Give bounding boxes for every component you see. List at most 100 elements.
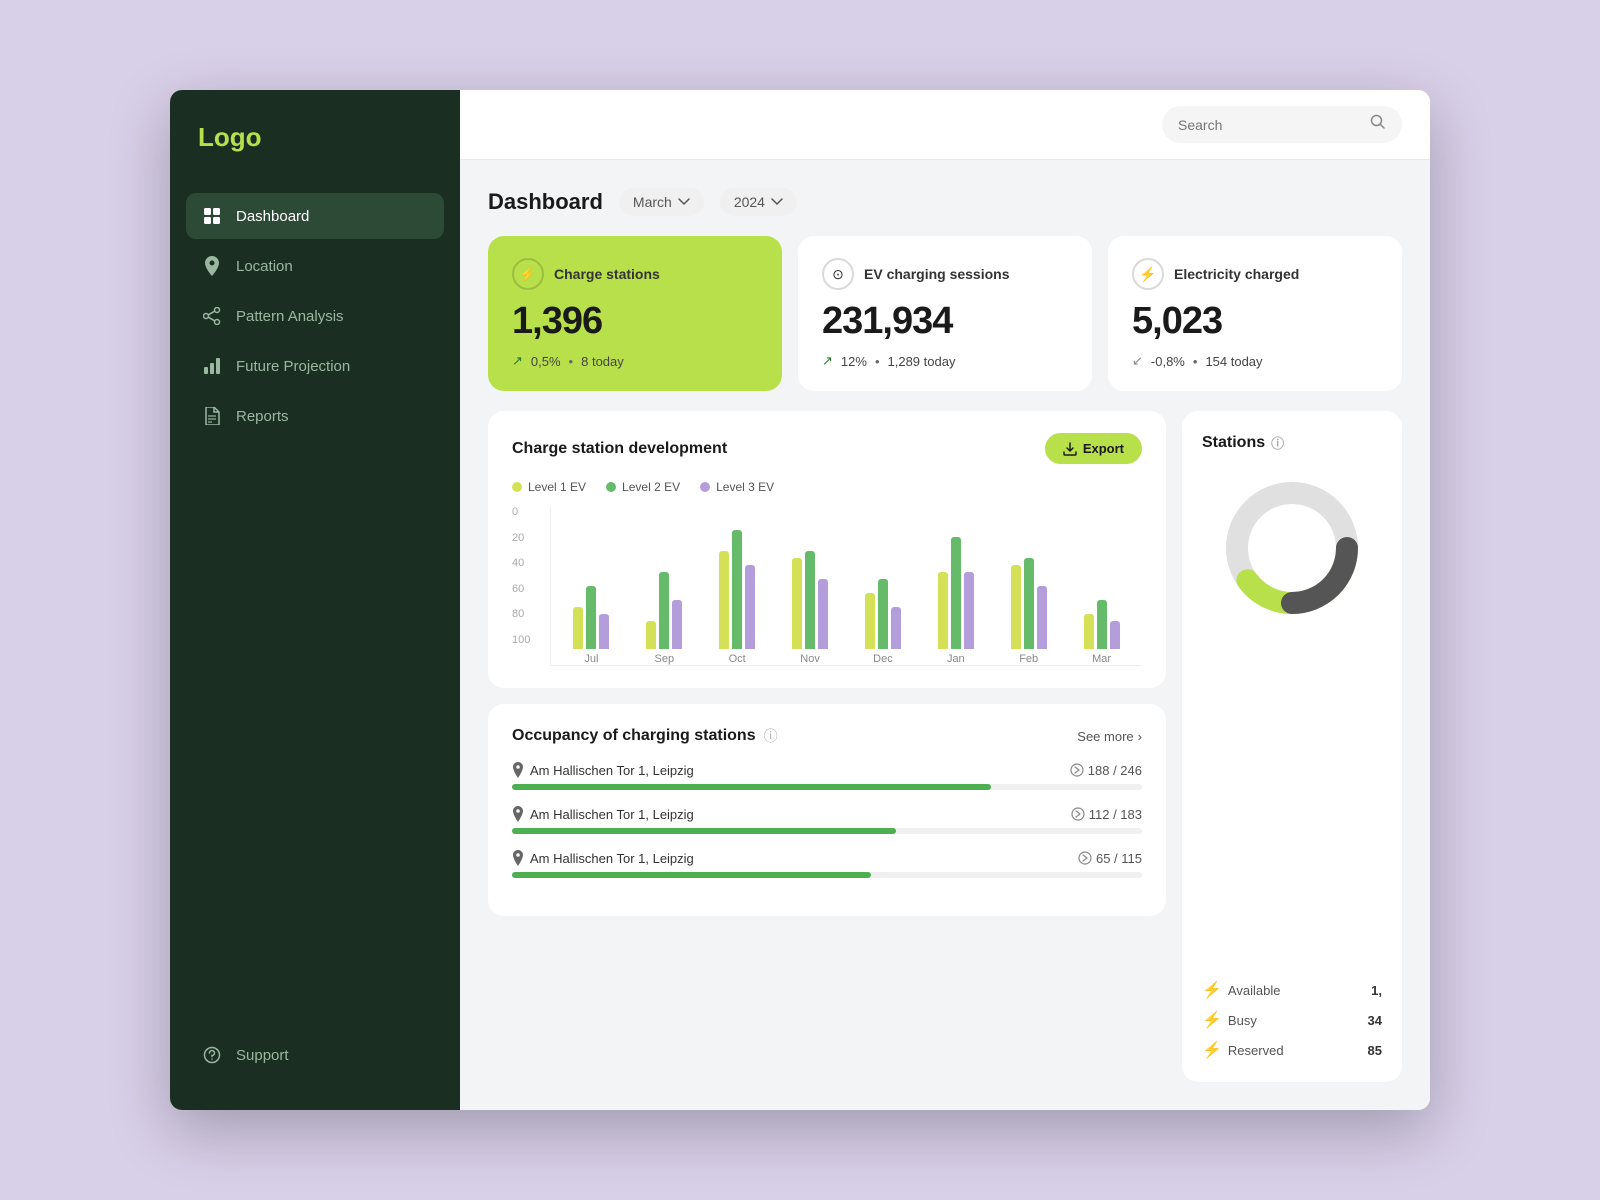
sidebar-bottom: Support <box>186 1012 444 1078</box>
sidebar-item-support-label: Support <box>236 1047 289 1064</box>
today-count-2: 1,289 today <box>888 354 956 369</box>
bar <box>1110 621 1120 649</box>
bars-sep <box>646 509 682 649</box>
export-button[interactable]: Export <box>1045 433 1142 464</box>
year-filter[interactable]: 2024 <box>720 188 797 216</box>
bar <box>719 551 729 649</box>
occ-count: 188 / 246 <box>1070 763 1142 778</box>
bar <box>1084 614 1094 649</box>
month-group-mar: Mar <box>1069 509 1134 665</box>
support-icon <box>202 1045 222 1065</box>
month-group-nov: Nov <box>778 509 843 665</box>
month-label: Jul <box>584 653 598 665</box>
sidebar-item-future-projection[interactable]: Future Projection <box>186 343 444 389</box>
y-axis: 100 80 60 40 20 0 <box>512 506 530 646</box>
month-group-oct: Oct <box>705 509 770 665</box>
bar <box>805 551 815 649</box>
bar <box>1024 558 1034 649</box>
electricity-icon: ⚡ <box>1132 258 1164 290</box>
bars-jan <box>938 509 974 649</box>
trend-pct-2: 12% <box>841 354 867 369</box>
search-box[interactable] <box>1162 106 1402 143</box>
today-count-3: 154 today <box>1205 354 1262 369</box>
month-group-dec: Dec <box>851 509 916 665</box>
occupancy-item-2: Am Hallischen Tor 1, Leipzig 65 / 115 <box>512 850 1142 878</box>
sidebar-item-pattern-analysis[interactable]: Pattern Analysis <box>186 293 444 339</box>
share-icon <box>202 306 222 326</box>
legend-label-level1: Level 1 EV <box>528 480 586 494</box>
bars-oct <box>719 509 755 649</box>
occupancy-list: Am Hallischen Tor 1, Leipzig 188 / 246 <box>512 762 1142 878</box>
bar <box>964 572 974 649</box>
stat-label-ev-sessions: EV charging sessions <box>864 266 1010 282</box>
bar <box>865 593 875 649</box>
sidebar: Logo Dashboard <box>170 90 460 1110</box>
charge-stations-icon: ⚡ <box>512 258 544 290</box>
page-header: Dashboard March 2024 <box>488 188 1402 216</box>
legend-reserved: ⚡ Reserved 85 <box>1202 1040 1382 1060</box>
chart-section: Charge station development Export <box>488 411 1166 1082</box>
sidebar-item-support[interactable]: Support <box>186 1032 444 1078</box>
see-more-link[interactable]: See more › <box>1077 729 1142 744</box>
legend-item-level1: Level 1 EV <box>512 480 586 494</box>
see-more-label: See more <box>1077 729 1133 744</box>
month-label: Dec <box>873 653 893 665</box>
stat-footer-charge-stations: ↗ 0,5% • 8 today <box>512 353 758 369</box>
legend-label-level3: Level 3 EV <box>716 480 774 494</box>
info-icon-stations: ⓘ <box>1271 433 1284 452</box>
trend-pct-3: -0,8% <box>1151 354 1185 369</box>
stations-panel: Stations ⓘ <box>1182 411 1402 1082</box>
export-icon <box>1063 442 1077 456</box>
topbar <box>460 90 1430 160</box>
occ-item-header: Am Hallischen Tor 1, Leipzig 112 / 183 <box>512 806 1142 822</box>
trend-down-icon: ↙ <box>1132 353 1143 369</box>
bolt-busy: ⚡ <box>1202 1010 1222 1030</box>
legend-label-level2: Level 2 EV <box>622 480 680 494</box>
sidebar-item-location[interactable]: Location <box>186 243 444 289</box>
month-group-jul: Jul <box>559 509 624 665</box>
bars-mar <box>1084 509 1120 649</box>
occ-bar-bg <box>512 872 1142 878</box>
occupancy-item-0: Am Hallischen Tor 1, Leipzig 188 / 246 <box>512 762 1142 790</box>
sidebar-item-reports-label: Reports <box>236 408 289 425</box>
main-content: Dashboard March 2024 <box>460 90 1430 1110</box>
trend-up-icon: ↗ <box>512 353 523 369</box>
stat-label-charge-stations: Charge stations <box>554 266 660 282</box>
location-pin-icon <box>512 806 524 822</box>
occ-bar-fill <box>512 784 991 790</box>
month-filter[interactable]: March <box>619 188 704 216</box>
bar <box>1011 565 1021 649</box>
occupancy-card: Occupancy of charging stations ⓘ See mor… <box>488 704 1166 916</box>
month-label: March <box>633 194 672 210</box>
month-group-sep: Sep <box>632 509 697 665</box>
chart-legend: Level 1 EV Level 2 EV Level 3 EV <box>512 480 1142 494</box>
stations-title: Stations ⓘ <box>1202 433 1382 452</box>
charge-count-icon <box>1070 763 1084 777</box>
charge-count-icon <box>1078 851 1092 865</box>
chart-card-header: Charge station development Export <box>512 433 1142 464</box>
bar <box>1037 586 1047 649</box>
legend-dot-level2 <box>606 482 616 492</box>
sidebar-nav: Dashboard Location <box>186 193 444 1012</box>
stations-legend: ⚡ Available 1, ⚡ Busy 34 <box>1202 980 1382 1060</box>
sidebar-item-reports[interactable]: Reports <box>186 393 444 439</box>
month-label: Nov <box>800 653 820 665</box>
bolt-available: ⚡ <box>1202 980 1222 1000</box>
occ-bar-bg <box>512 784 1142 790</box>
occupancy-header: Occupancy of charging stations ⓘ See mor… <box>512 726 1142 746</box>
stat-card-charge-stations: ⚡ Charge stations 1,396 ↗ 0,5% • 8 today <box>488 236 782 391</box>
stat-footer-ev-sessions: ↗ 12% • 1,289 today <box>822 353 1068 369</box>
occ-item-header: Am Hallischen Tor 1, Leipzig 188 / 246 <box>512 762 1142 778</box>
stat-value-charge-stations: 1,396 <box>512 300 758 343</box>
logo: Logo <box>186 122 444 153</box>
month-label: Oct <box>729 653 746 665</box>
bar <box>792 558 802 649</box>
sidebar-item-dashboard[interactable]: Dashboard <box>186 193 444 239</box>
bars-nov <box>792 509 828 649</box>
occ-bar-fill <box>512 828 896 834</box>
search-input[interactable] <box>1178 117 1362 133</box>
month-label: Jan <box>947 653 965 665</box>
occ-bar-fill <box>512 872 871 878</box>
pin-icon <box>202 256 222 276</box>
chevron-down-icon <box>678 198 690 206</box>
